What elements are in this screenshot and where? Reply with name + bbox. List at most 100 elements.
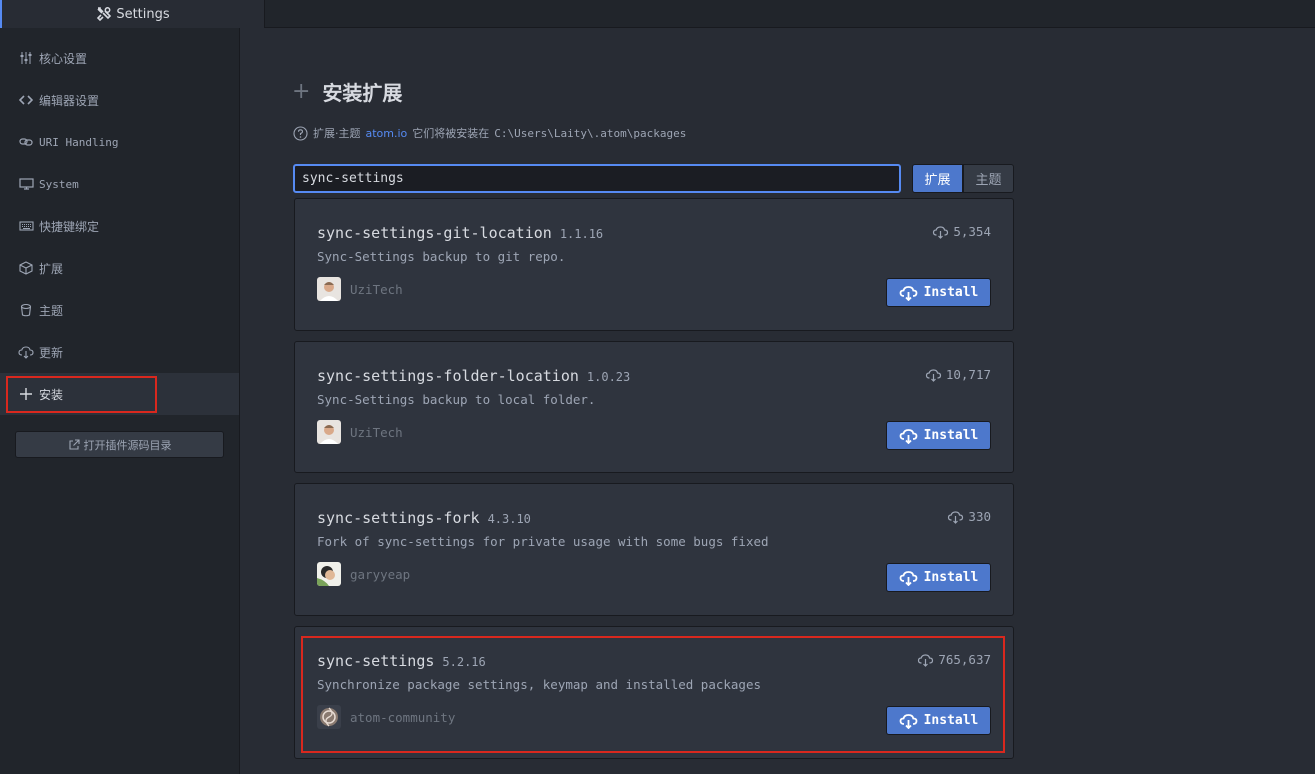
cloud-download-icon	[948, 510, 964, 524]
cloud-download-icon	[18, 344, 34, 360]
sidebar-item-label: 主题	[39, 303, 64, 318]
package-owner[interactable]: atom-community	[317, 705, 455, 729]
plus-icon: +	[292, 79, 311, 104]
install-button-label: Install	[923, 570, 979, 585]
package-name[interactable]: sync-settings	[317, 652, 434, 670]
sidebar-item-core[interactable]: 核心设置	[0, 37, 239, 79]
sidebar-item-label: 快捷键绑定	[39, 219, 100, 234]
sidebar-item-packages[interactable]: 扩展	[0, 247, 239, 289]
sidebar-item-label: 安装	[39, 387, 64, 402]
package-card: sync-settings-fork 4.3.10 Fork of sync-s…	[294, 483, 1014, 616]
atom-io-link[interactable]: atom.io	[366, 127, 408, 140]
download-count: 330	[947, 509, 991, 524]
package-version: 1.1.16	[559, 227, 604, 241]
package-title: sync-settings-folder-location 1.0.23	[317, 367, 630, 385]
external-link-icon	[68, 438, 80, 450]
install-hint: 扩展·主题 atom.io 它们将被安装在 C:\Users\Laity\.at…	[293, 125, 686, 141]
sidebar-item-label: System	[39, 177, 79, 191]
tab-bar: Settings	[0, 0, 1315, 28]
package-description: Sync-Settings backup to local folder.	[317, 392, 596, 407]
cloud-download-icon	[899, 428, 917, 444]
tab-settings[interactable]: Settings	[0, 0, 265, 28]
hint-middle: 它们将被安装在	[412, 127, 490, 140]
sidebar-item-themes[interactable]: 主题	[0, 289, 239, 331]
download-count-value: 10,717	[945, 367, 991, 382]
hint-prefix: 扩展·主题	[313, 127, 361, 140]
install-button[interactable]: Install	[886, 563, 991, 592]
package-owner[interactable]: garyyeap	[317, 562, 410, 586]
cloud-download-icon	[918, 653, 934, 667]
code-icon	[18, 92, 34, 108]
cloud-download-icon	[899, 713, 917, 729]
install-button[interactable]: Install	[886, 278, 991, 307]
install-path: C:\Users\Laity\.atom\packages	[494, 126, 687, 140]
package-description: Sync-Settings backup to git repo.	[317, 249, 566, 264]
tools-icon	[97, 7, 112, 22]
download-count-value: 330	[968, 509, 991, 524]
sidebar-item-label: URI Handling	[39, 135, 119, 149]
package-card: sync-settings-git-location 1.1.16 Sync-S…	[294, 198, 1014, 331]
packages-toggle-button[interactable]: 扩展	[912, 164, 963, 193]
package-title: sync-settings-git-location 1.1.16	[317, 224, 603, 242]
sidebar-item-uri-handling[interactable]: URI Handling	[0, 121, 239, 163]
package-version: 5.2.16	[442, 655, 486, 669]
themes-toggle-button[interactable]: 主题	[963, 164, 1014, 193]
cloud-download-icon	[899, 570, 917, 586]
package-name[interactable]: sync-settings-folder-location	[317, 367, 579, 385]
link-icon	[18, 134, 34, 150]
owner-name: UziTech	[350, 281, 403, 297]
download-count: 765,637	[917, 652, 991, 667]
avatar	[317, 277, 341, 301]
install-panel: + 安装扩展 扩展·主题 atom.io 它们将被安装在 C:\Users\La…	[240, 28, 1315, 774]
package-version: 4.3.10	[487, 512, 531, 526]
cloud-download-icon	[899, 285, 917, 301]
package-card: sync-settings 5.2.16 Synchronize package…	[294, 626, 1014, 759]
package-description: Synchronize package settings, keymap and…	[317, 677, 762, 692]
owner-name: UziTech	[350, 424, 403, 440]
section-heading: + 安装扩展	[292, 77, 402, 106]
sidebar-item-label: 扩展	[39, 261, 64, 276]
open-package-directory-label: 打开插件源码目录	[83, 438, 172, 452]
package-description: Fork of sync-settings for private usage …	[317, 534, 769, 549]
package-name[interactable]: sync-settings-fork	[317, 509, 480, 527]
package-title: sync-settings 5.2.16	[317, 652, 486, 670]
install-button-label: Install	[923, 285, 979, 300]
install-button[interactable]: Install	[886, 706, 991, 735]
package-card: sync-settings-folder-location 1.0.23 Syn…	[294, 341, 1014, 473]
sidebar-item-label: 更新	[39, 345, 64, 360]
package-title: sync-settings-fork 4.3.10	[317, 509, 531, 527]
owner-name: atom-community	[350, 709, 456, 725]
sidebar-item-system[interactable]: System	[0, 163, 239, 205]
download-count: 10,717	[925, 367, 991, 382]
settings-sidebar: 核心设置 编辑器设置 URI Handling System 快捷键绑定 扩展 …	[0, 28, 240, 774]
settings-window: Settings 核心设置 编辑器设置 URI Handling System …	[0, 0, 1315, 774]
package-name[interactable]: sync-settings-git-location	[317, 224, 552, 242]
download-count: 5,354	[932, 224, 991, 239]
package-owner[interactable]: UziTech	[317, 420, 403, 444]
cloud-download-icon	[933, 225, 949, 239]
install-button-label: Install	[923, 713, 979, 728]
sidebar-item-editor[interactable]: 编辑器设置	[0, 79, 239, 121]
sidebar-item-updates[interactable]: 更新	[0, 331, 239, 373]
question-icon	[293, 125, 308, 141]
avatar	[317, 705, 341, 729]
package-version: 1.0.23	[586, 370, 631, 384]
paintcan-icon	[18, 302, 34, 318]
owner-name: garyyeap	[350, 566, 411, 582]
download-count-value: 765,637	[938, 652, 991, 667]
open-package-directory-button[interactable]: 打开插件源码目录	[15, 431, 224, 458]
avatar	[317, 420, 341, 444]
monitor-icon	[18, 176, 34, 192]
package-search-input[interactable]: sync-settings	[293, 164, 901, 193]
keyboard-icon	[18, 218, 34, 234]
package-owner[interactable]: UziTech	[317, 277, 403, 301]
sidebar-item-label: 编辑器设置	[39, 93, 100, 108]
install-button[interactable]: Install	[886, 421, 991, 450]
sidebar-item-keybindings[interactable]: 快捷键绑定	[0, 205, 239, 247]
sidebar-item-install[interactable]: 安装	[0, 373, 239, 415]
download-count-value: 5,354	[953, 224, 991, 239]
avatar	[317, 562, 341, 586]
page-title: 安装扩展	[322, 81, 403, 105]
package-icon	[18, 260, 34, 276]
sliders-icon	[18, 50, 34, 66]
